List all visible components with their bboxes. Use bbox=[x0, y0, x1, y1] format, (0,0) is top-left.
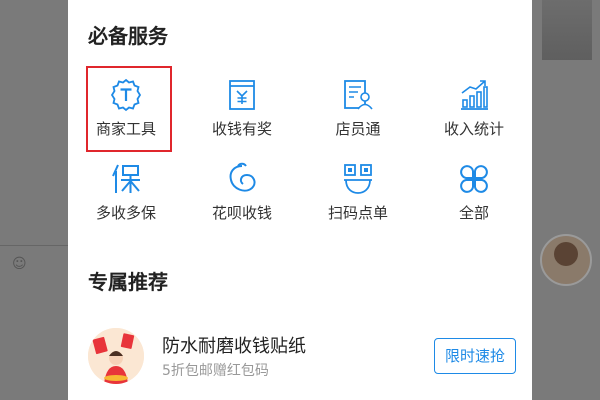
reward-receipt-icon bbox=[229, 80, 255, 110]
promo-card[interactable]: 防水耐磨收钱贴纸 5折包邮赠红包码 限时速抢 bbox=[88, 322, 518, 390]
service-insurance[interactable]: 多收多保 bbox=[68, 162, 184, 223]
service-label: 店员通 bbox=[335, 120, 381, 138]
stats-chart-icon bbox=[461, 80, 488, 110]
scan-order-icon bbox=[344, 164, 372, 194]
service-label: 扫码点单 bbox=[327, 204, 388, 222]
all-grid-icon bbox=[460, 165, 488, 193]
service-label: 多收多保 bbox=[95, 204, 156, 222]
grab-now-button[interactable]: 限时速抢 bbox=[434, 338, 516, 374]
background-page-left: ☺ bbox=[0, 0, 68, 400]
background-image bbox=[542, 0, 592, 60]
service-label: 收入统计 bbox=[443, 120, 504, 138]
services-section-title: 必备服务 bbox=[88, 24, 168, 48]
service-label: 花呗收钱 bbox=[211, 204, 272, 222]
recommend-section-title: 专属推荐 bbox=[88, 270, 168, 294]
insurance-icon bbox=[112, 164, 140, 193]
service-huabei[interactable]: 花呗收钱 bbox=[184, 162, 300, 223]
background-page-right bbox=[532, 0, 600, 400]
avatar bbox=[540, 234, 592, 286]
promo-subtitle: 5折包邮赠红包码 bbox=[162, 363, 269, 379]
service-label: 收钱有奖 bbox=[211, 120, 272, 138]
service-label: 全部 bbox=[458, 204, 489, 222]
service-all[interactable]: 全部 bbox=[416, 162, 532, 223]
promo-title: 防水耐磨收钱贴纸 bbox=[162, 336, 306, 357]
service-scan-order[interactable]: 扫码点单 bbox=[300, 162, 416, 223]
emoji-icon: ☺ bbox=[12, 256, 27, 272]
service-income-stats[interactable]: 收入统计 bbox=[416, 78, 532, 139]
promo-image bbox=[88, 328, 144, 384]
services-sheet: 必备服务 商家工具 收钱有奖 店员通 收入统计 多收多保 花呗收钱 扫码点单 全… bbox=[68, 0, 532, 400]
service-reward-receipt[interactable]: 收钱有奖 bbox=[184, 78, 300, 139]
service-clerk[interactable]: 店员通 bbox=[300, 78, 416, 139]
highlight-box bbox=[86, 66, 172, 152]
promo-illustration-icon bbox=[88, 328, 144, 384]
huabei-icon bbox=[229, 162, 256, 192]
clerk-icon bbox=[344, 80, 373, 110]
divider bbox=[0, 245, 68, 246]
